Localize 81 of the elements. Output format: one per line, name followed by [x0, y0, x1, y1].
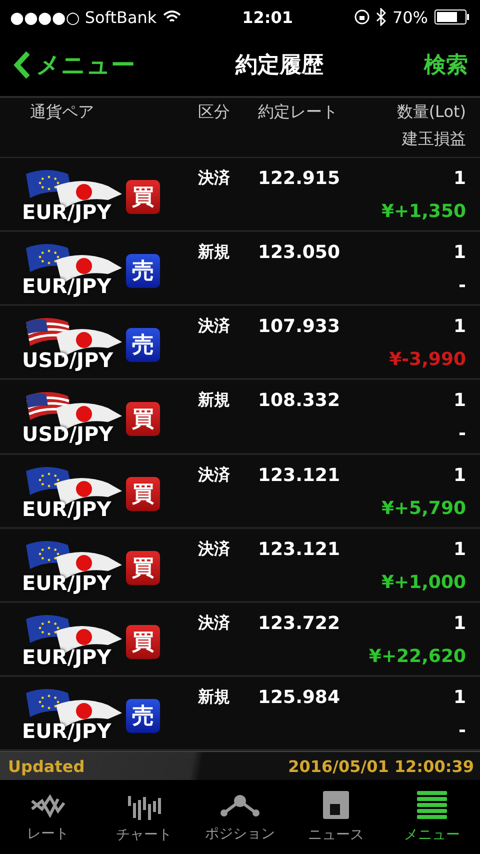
trade-row[interactable]: EUR/JPY 売 新規 123.050 1 -	[0, 232, 480, 306]
side-badge: 売	[126, 328, 160, 362]
trade-row[interactable]: EUR/JPY 買 決済 123.121 1 ¥+1,000	[0, 528, 480, 603]
currency-pair: USD/JPY	[22, 422, 114, 446]
trade-type: 決済	[198, 464, 231, 486]
trade-row[interactable]: EUR/JPY 買 決済 122.915 1 ¥+1,350	[0, 158, 480, 232]
tab-item[interactable]: メニュー	[384, 780, 480, 854]
currency-pair: EUR/JPY	[22, 718, 112, 743]
side-badge: 買	[126, 402, 160, 436]
chevron-left-icon	[12, 50, 32, 80]
column-header: 通貨ペア	[30, 102, 95, 123]
side-badge: 買	[126, 624, 160, 659]
document-icon	[322, 790, 350, 820]
search-button[interactable]: 検索	[424, 50, 468, 80]
currency-pair: EUR/JPY	[22, 644, 112, 669]
lot-quantity: 1	[453, 686, 466, 708]
lot-quantity: 1	[453, 242, 466, 264]
carrier-text: ●●●●○ SoftBank	[10, 8, 157, 26]
lot-quantity: 1	[453, 538, 466, 560]
profit-loss: ¥-3,990	[389, 349, 466, 370]
trade-row[interactable]: EUR/JPY 買 決済 123.121 1 ¥+5,790	[0, 454, 480, 529]
battery-text: 70%	[392, 8, 428, 26]
side-badge: 売	[126, 254, 160, 288]
trade-row[interactable]: USD/JPY 買 新規 108.332 1 -	[0, 380, 480, 454]
updated-label: Updated	[8, 756, 85, 776]
currency-pair: EUR/JPY	[22, 274, 112, 298]
currency-pair: EUR/JPY	[22, 200, 112, 224]
trade-row[interactable]: EUR/JPY 買 決済 123.722 1 ¥+22,620	[0, 602, 480, 677]
currency-pair: EUR/JPY	[22, 496, 112, 520]
screen-title: 約定履歴	[236, 52, 324, 80]
tab-item[interactable]: ポジション	[192, 780, 288, 854]
profit-loss: -	[458, 720, 466, 741]
tab-item[interactable]: ニュース	[288, 780, 384, 854]
currency-pair: EUR/JPY	[22, 570, 112, 595]
trade-type: 決済	[198, 316, 231, 338]
profit-loss: ¥+5,790	[381, 498, 466, 518]
tab-item[interactable]: チャート	[96, 780, 192, 854]
profit-loss: -	[458, 423, 466, 444]
trade-rate: 123.121	[258, 464, 341, 488]
currency-pair: USD/JPY	[22, 348, 114, 372]
tab-item[interactable]: レート	[0, 780, 96, 854]
trade-rate: 123.722	[258, 612, 341, 636]
column-header: 区分	[198, 102, 231, 123]
rotation-lock-icon	[354, 9, 370, 25]
updated-time: 2016/05/01 12:00:39	[288, 756, 474, 776]
side-badge: 買	[126, 550, 160, 585]
trade-row[interactable]: USD/JPY 売 決済 107.933 1 ¥-3,990	[0, 306, 480, 380]
trade-rate: 125.984	[258, 686, 341, 710]
column-header: 約定レート	[258, 102, 339, 123]
trade-type: 決済	[198, 538, 231, 560]
profit-loss: ¥+22,620	[368, 646, 466, 667]
side-badge: 売	[126, 698, 160, 733]
side-badge: 買	[126, 180, 160, 214]
profit-loss: ¥+1,000	[381, 572, 466, 593]
column-header: 建玉損益	[402, 129, 466, 150]
trade-type: 新規	[198, 686, 231, 708]
back-button[interactable]: メニュー	[12, 49, 135, 81]
profit-loss: ¥+1,350	[381, 201, 466, 222]
menu-icon	[416, 790, 448, 820]
trade-rate: 107.933	[258, 316, 341, 340]
trade-rate: 108.332	[258, 390, 341, 414]
trade-row[interactable]: EUR/JPY 売 新規 125.984 1 -	[0, 676, 480, 751]
wifi-icon	[162, 10, 181, 24]
trade-rate: 123.121	[258, 538, 341, 562]
clock-text: 12:01	[242, 8, 294, 26]
trade-rate: 122.915	[258, 168, 341, 191]
trade-type: 決済	[198, 612, 231, 634]
lot-quantity: 1	[453, 316, 466, 338]
trade-type: 新規	[198, 390, 231, 412]
bluetooth-icon	[376, 8, 386, 26]
battery-icon	[434, 9, 470, 25]
lot-quantity: 1	[453, 464, 466, 486]
lot-quantity: 1	[453, 612, 466, 634]
lot-quantity: 1	[453, 168, 466, 189]
profit-loss: -	[458, 275, 466, 296]
side-badge: 買	[126, 476, 160, 510]
column-header: 数量(Lot)	[396, 102, 466, 123]
lot-quantity: 1	[453, 390, 466, 412]
trade-type: 新規	[198, 242, 231, 264]
trade-type: 決済	[198, 168, 231, 189]
trade-rate: 123.050	[258, 242, 341, 266]
